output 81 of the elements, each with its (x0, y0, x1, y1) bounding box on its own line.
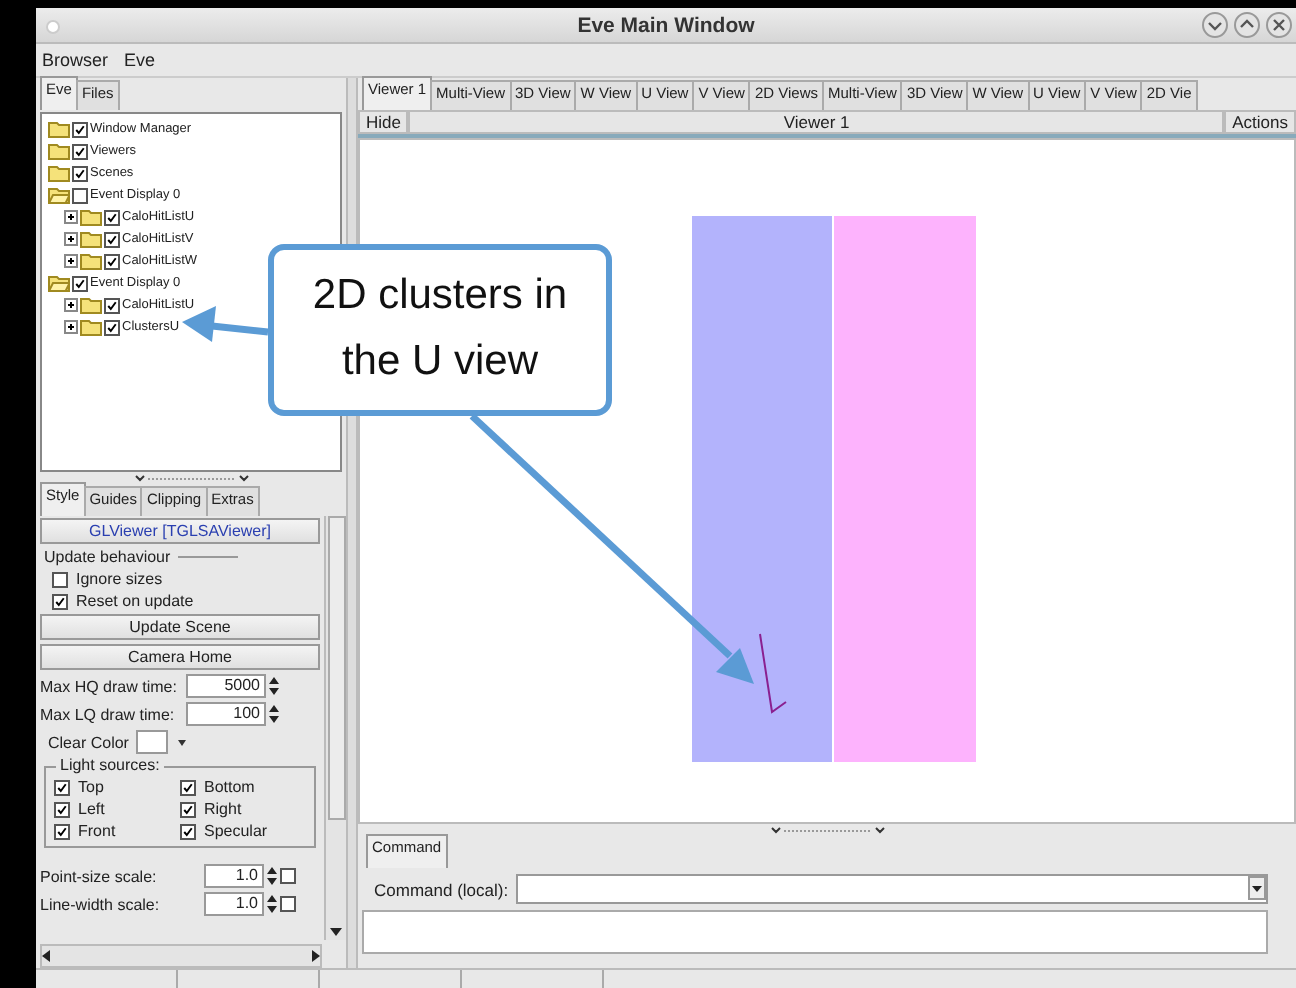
window-title: Eve Main Window (577, 13, 755, 37)
number-field[interactable]: 1.0 (204, 864, 264, 888)
checkbox-label: Right (204, 800, 242, 818)
expand-icon[interactable] (64, 298, 78, 312)
actions-button[interactable]: Actions (1224, 110, 1296, 134)
checkbox-label: Ignore sizes (76, 570, 163, 588)
checkbox-label: Specular (204, 822, 268, 840)
checkbox[interactable] (180, 779, 196, 795)
expand-icon[interactable] (64, 210, 78, 224)
splitter-handle[interactable] (131, 473, 251, 483)
folder-icon (48, 164, 70, 182)
folder-icon (48, 142, 70, 160)
tree-checkbox[interactable] (72, 143, 88, 159)
checkbox-label: Bottom (204, 778, 255, 796)
expand-icon[interactable] (64, 232, 78, 246)
field-label: Clear Color (48, 733, 129, 751)
folder-icon (80, 296, 102, 314)
field-label: Max HQ draw time: (40, 677, 177, 695)
spin-arrows-icon[interactable] (268, 674, 280, 698)
close-icon[interactable] (1266, 12, 1292, 38)
folder-icon (80, 230, 102, 248)
tree-checkbox[interactable] (104, 297, 120, 313)
number-field[interactable]: 5000 (186, 674, 266, 698)
checkbox[interactable] (280, 896, 296, 912)
menu-item[interactable]: Browser (42, 50, 109, 70)
field-label: Line-width scale: (40, 895, 160, 913)
action-button[interactable]: Update Scene (40, 614, 320, 640)
tree-checkbox[interactable] (72, 275, 88, 291)
checkbox-label: Left (78, 800, 105, 818)
field-label: Command (local): (374, 879, 509, 899)
viewer-button[interactable]: GLViewer [TGLSAViewer] (40, 518, 320, 544)
field-label: Point-size scale: (40, 867, 157, 885)
command-field[interactable] (516, 874, 1268, 904)
tree-checkbox[interactable] (104, 253, 120, 269)
spin-arrows-icon[interactable] (266, 864, 278, 888)
color-swatch[interactable] (136, 730, 169, 754)
folder-icon (80, 208, 102, 226)
tree-checkbox[interactable] (72, 121, 88, 137)
scroll-left-icon[interactable] (42, 950, 50, 962)
minimize-icon[interactable] (1202, 12, 1228, 38)
checkbox[interactable] (52, 571, 68, 587)
folder-icon (80, 318, 102, 336)
maximize-icon[interactable] (1234, 12, 1260, 38)
checkbox[interactable] (54, 823, 70, 839)
checkbox[interactable] (54, 801, 70, 817)
checkbox[interactable] (52, 593, 68, 609)
scrollbar[interactable] (324, 516, 346, 940)
callout-arrow (182, 306, 269, 342)
dropdown-arrow-icon[interactable] (176, 734, 189, 750)
tree-checkbox[interactable] (104, 319, 120, 335)
menu-item[interactable]: Eve (124, 50, 156, 70)
tree-checkbox[interactable] (104, 231, 120, 247)
folder-icon (48, 120, 70, 138)
checkbox[interactable] (54, 779, 70, 795)
checkbox-label: Top (78, 778, 104, 796)
action-button[interactable]: Camera Home (40, 644, 320, 670)
expand-icon[interactable] (64, 254, 78, 268)
number-field[interactable]: 100 (186, 702, 266, 726)
tree-checkbox[interactable] (72, 187, 88, 203)
group-title: Light sources: (56, 756, 164, 774)
checkbox[interactable] (180, 801, 196, 817)
viewer-title: Viewer 1 (408, 110, 1225, 134)
checkbox-label: Reset on update (76, 592, 194, 610)
field-label: Max LQ draw time: (40, 705, 175, 723)
expand-icon[interactable] (64, 320, 78, 334)
scrollbar[interactable] (40, 944, 322, 968)
group-title: Update behaviour (44, 548, 171, 566)
folder-icon (80, 252, 102, 270)
scroll-down-icon[interactable] (330, 928, 342, 936)
callout-box: 2D clusters in the U view (268, 244, 612, 416)
spin-arrows-icon[interactable] (268, 702, 280, 726)
tree-checkbox[interactable] (104, 209, 120, 225)
checkbox-label: Front (78, 822, 116, 840)
scroll-right-icon[interactable] (312, 950, 320, 962)
splitter-handle[interactable] (767, 825, 887, 835)
checkbox[interactable] (280, 868, 296, 884)
spin-arrows-icon[interactable] (266, 892, 278, 916)
tree-checkbox[interactable] (72, 165, 88, 181)
number-field[interactable]: 1.0 (204, 892, 264, 916)
hide-button[interactable]: Hide (358, 110, 409, 134)
checkbox[interactable] (180, 823, 196, 839)
